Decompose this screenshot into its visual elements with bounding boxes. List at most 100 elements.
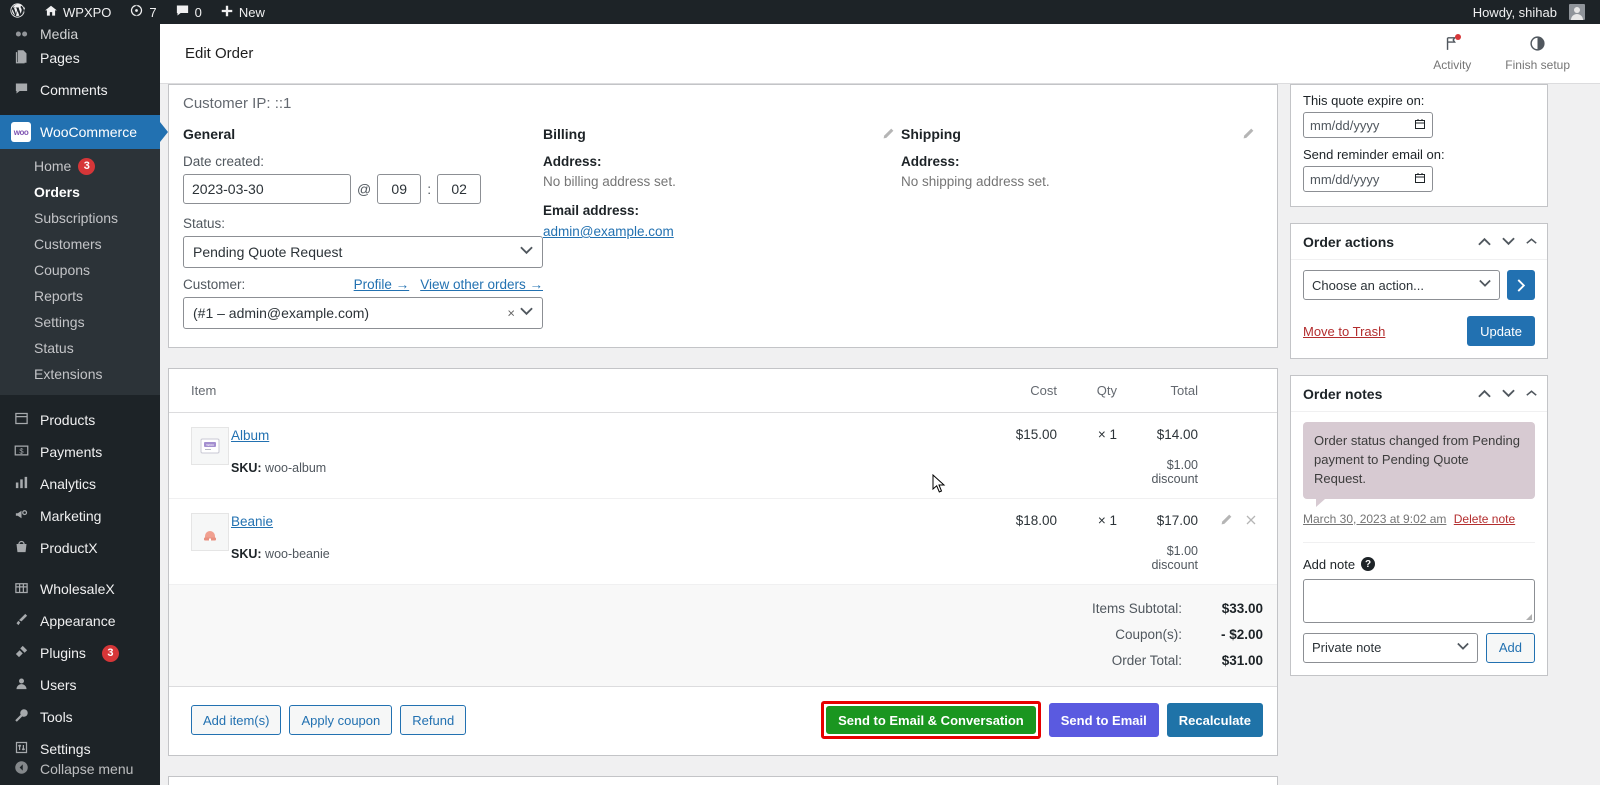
comments-icon: [175, 3, 190, 21]
customer-ip: Customer IP: ::1: [183, 95, 292, 112]
tools-icon: [11, 708, 31, 726]
reminder-email-date-input[interactable]: mm/dd/yyyy: [1303, 166, 1433, 192]
quote-expire-label: This quote expire on:: [1303, 93, 1425, 108]
site-name-menu[interactable]: WPXPO: [35, 0, 120, 24]
delete-note-link[interactable]: Delete note: [1454, 512, 1515, 526]
sidebar-item-orders[interactable]: Orders: [0, 179, 160, 205]
sidebar-item-pages[interactable]: Pages: [0, 42, 160, 74]
highlight-outline: Send to Email & Conversation: [821, 701, 1041, 739]
side-column: This quote expire on: mm/dd/yyyy Send re…: [1290, 84, 1548, 696]
sidebar-item-status[interactable]: Status: [0, 335, 160, 361]
update-button[interactable]: Update: [1467, 316, 1535, 346]
edit-shipping-pencil-icon[interactable]: [1242, 127, 1255, 143]
activity-button[interactable]: Activity: [1433, 34, 1472, 72]
date-created-input[interactable]: [183, 174, 351, 204]
updates-menu[interactable]: 7: [120, 0, 165, 24]
sidebar-item-analytics[interactable]: Analytics: [0, 468, 160, 500]
minute-input[interactable]: [437, 174, 482, 204]
refund-button[interactable]: Refund: [400, 705, 467, 735]
item-name-link[interactable]: Beanie: [231, 514, 273, 529]
album-thumb-icon: woo: [191, 427, 229, 465]
order-action-select[interactable]: Choose an action...: [1303, 270, 1500, 300]
sidebar-item-subscriptions[interactable]: Subscriptions: [0, 205, 160, 231]
productx-icon: [11, 539, 31, 557]
table-row[interactable]: Beanie SKU: woo-beanie $18.00 × 1 $17.00…: [169, 499, 1277, 585]
chevron-up-icon[interactable]: [1478, 387, 1491, 400]
customer-profile-link[interactable]: Profile →: [354, 277, 410, 292]
sidebar-item-extensions[interactable]: Extensions: [0, 361, 160, 387]
billing-section: Billing Address: No billing address set.…: [543, 126, 901, 329]
sidebar-item-tools[interactable]: Tools: [0, 701, 160, 733]
sidebar-item-customers[interactable]: Customers: [0, 231, 160, 257]
delete-item-close-icon[interactable]: [1245, 513, 1257, 529]
item-name-link[interactable]: Album: [231, 428, 269, 443]
sidebar-item-label: Tools: [40, 709, 73, 725]
edit-billing-pencil-icon[interactable]: [882, 127, 895, 143]
add-note-button[interactable]: Add: [1485, 632, 1535, 663]
wordpress-logo-menu[interactable]: [0, 0, 35, 24]
chevron-down-icon[interactable]: [1502, 387, 1515, 400]
clear-customer-icon[interactable]: ×: [507, 306, 515, 321]
wordpress-icon: [9, 2, 26, 22]
item-sku-value: woo-beanie: [265, 547, 330, 561]
edit-item-pencil-icon[interactable]: [1220, 513, 1233, 529]
sidebar-item-home[interactable]: Home 3: [0, 153, 160, 179]
sidebar-item-products[interactable]: Products: [0, 404, 160, 436]
shipping-address-value: No shipping address set.: [901, 174, 1050, 189]
toggle-caret-icon[interactable]: [1526, 387, 1537, 400]
hour-input[interactable]: [377, 174, 422, 204]
sidebar-item-plugins[interactable]: Plugins 3: [0, 637, 160, 669]
sidebar-item-label: ProductX: [40, 540, 98, 556]
note-timestamp: March 30, 2023 at 9:02 am: [1303, 511, 1447, 526]
apply-coupon-button[interactable]: Apply coupon: [289, 705, 393, 735]
order-actions-panel: Order actions Choose an action... Move t…: [1290, 223, 1548, 359]
sidebar-item-reports[interactable]: Reports: [0, 283, 160, 309]
sidebar-item-settings[interactable]: Settings: [0, 309, 160, 335]
new-content-menu[interactable]: New: [211, 0, 274, 24]
recalculate-button[interactable]: Recalculate: [1166, 703, 1263, 737]
apply-action-button[interactable]: [1507, 270, 1535, 300]
sidebar-item-users[interactable]: Users: [0, 669, 160, 701]
sidebar-item-media[interactable]: Media: [0, 24, 160, 42]
sidebar-item-label: WooCommerce: [40, 124, 137, 140]
calendar-icon[interactable]: [1414, 118, 1426, 133]
sidebar-item-appearance[interactable]: Appearance: [0, 605, 160, 637]
help-icon[interactable]: ?: [1361, 557, 1376, 572]
order-status-select[interactable]: Pending Quote Request: [183, 236, 543, 268]
send-to-email-and-conversation-button[interactable]: Send to Email & Conversation: [826, 706, 1036, 734]
send-to-email-button[interactable]: Send to Email: [1048, 703, 1159, 737]
note-type-select[interactable]: Private note: [1303, 632, 1478, 663]
item-sku-label: SKU:: [231, 547, 262, 561]
collapse-menu-button[interactable]: Collapse menu: [0, 753, 160, 785]
active-menu-arrow: [160, 122, 168, 142]
sidebar-item-woocommerce[interactable]: woo WooCommerce: [0, 115, 168, 149]
view-other-orders-link[interactable]: View other orders →: [420, 277, 543, 292]
sidebar-item-payments[interactable]: $ Payments: [0, 436, 160, 468]
sidebar-item-label: Coupons: [34, 262, 91, 278]
table-row[interactable]: woo Album SKU: woo-album $15.00 × 1 $14.…: [169, 413, 1277, 499]
toggle-caret-icon[interactable]: [1526, 235, 1537, 248]
my-account-menu[interactable]: Howdy, shihab: [1464, 0, 1594, 24]
customer-label: Customer:: [183, 277, 246, 292]
sidebar-item-coupons[interactable]: Coupons: [0, 257, 160, 283]
move-to-trash-link[interactable]: Move to Trash: [1303, 324, 1385, 339]
activity-label: Activity: [1433, 58, 1472, 72]
chevron-down-icon[interactable]: [1502, 235, 1515, 248]
calendar-icon[interactable]: [1414, 172, 1426, 187]
billing-email-link[interactable]: admin@example.com: [543, 224, 674, 239]
sidebar-item-label: Status: [34, 340, 74, 356]
add-note-textarea[interactable]: [1303, 578, 1535, 623]
quote-expire-date-input[interactable]: mm/dd/yyyy: [1303, 112, 1433, 138]
finish-setup-button[interactable]: Finish setup: [1505, 35, 1570, 72]
page-title: Edit Order: [185, 45, 254, 62]
sidebar-item-label: Appearance: [40, 613, 116, 629]
sidebar-item-wholesalex[interactable]: WholesaleX: [0, 573, 160, 605]
comments-menu[interactable]: 0: [166, 0, 211, 24]
sidebar-item-comments[interactable]: Comments: [0, 74, 160, 106]
customer-select[interactable]: (#1 – admin@example.com) ×: [183, 297, 543, 329]
wp-admin-bar: WPXPO 7 0 New Howdy, shihab: [0, 0, 1600, 24]
sidebar-item-productx[interactable]: ProductX: [0, 532, 160, 564]
sidebar-item-marketing[interactable]: Marketing: [0, 500, 160, 532]
chevron-up-icon[interactable]: [1478, 235, 1491, 248]
add-items-button[interactable]: Add item(s): [191, 705, 282, 735]
